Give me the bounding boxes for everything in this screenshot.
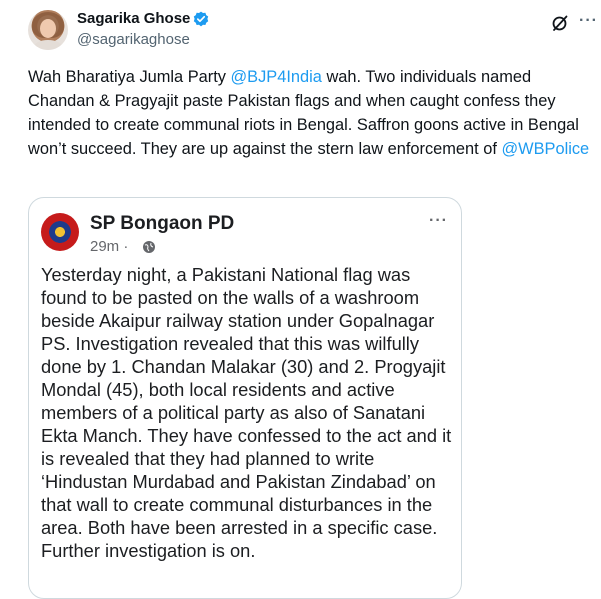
author-name[interactable]: Sagarika Ghose: [77, 10, 190, 27]
more-options-icon[interactable]: ···: [579, 12, 598, 30]
grok-icon[interactable]: [551, 14, 569, 32]
embedded-image-card[interactable]: SP Bongaon PD 29m · ··· Yesterday night,…: [28, 197, 462, 599]
avatar-face: [40, 19, 56, 38]
mention-wbpolice[interactable]: @WBPolice: [501, 140, 589, 158]
globe-icon: [143, 241, 155, 253]
tweet-text: Wah Bharatiya Jumla Party @BJP4India wah…: [28, 65, 593, 161]
post-time: 29m ·: [90, 238, 129, 255]
avatar-shirt: [34, 40, 62, 50]
author-avatar[interactable]: [28, 10, 68, 50]
tweet-text-part: Wah Bharatiya Jumla Party: [28, 68, 231, 86]
post-menu-icon: ···: [429, 212, 448, 229]
author-handle[interactable]: @sagarikaghose: [77, 31, 190, 48]
verified-badge-icon: [193, 11, 209, 27]
mention-bjp4india[interactable]: @BJP4India: [231, 68, 322, 86]
post-text: Yesterday night, a Pakistani National fl…: [41, 264, 452, 561]
page-name: SP Bongaon PD: [90, 213, 235, 234]
police-logo-icon: [41, 213, 79, 251]
